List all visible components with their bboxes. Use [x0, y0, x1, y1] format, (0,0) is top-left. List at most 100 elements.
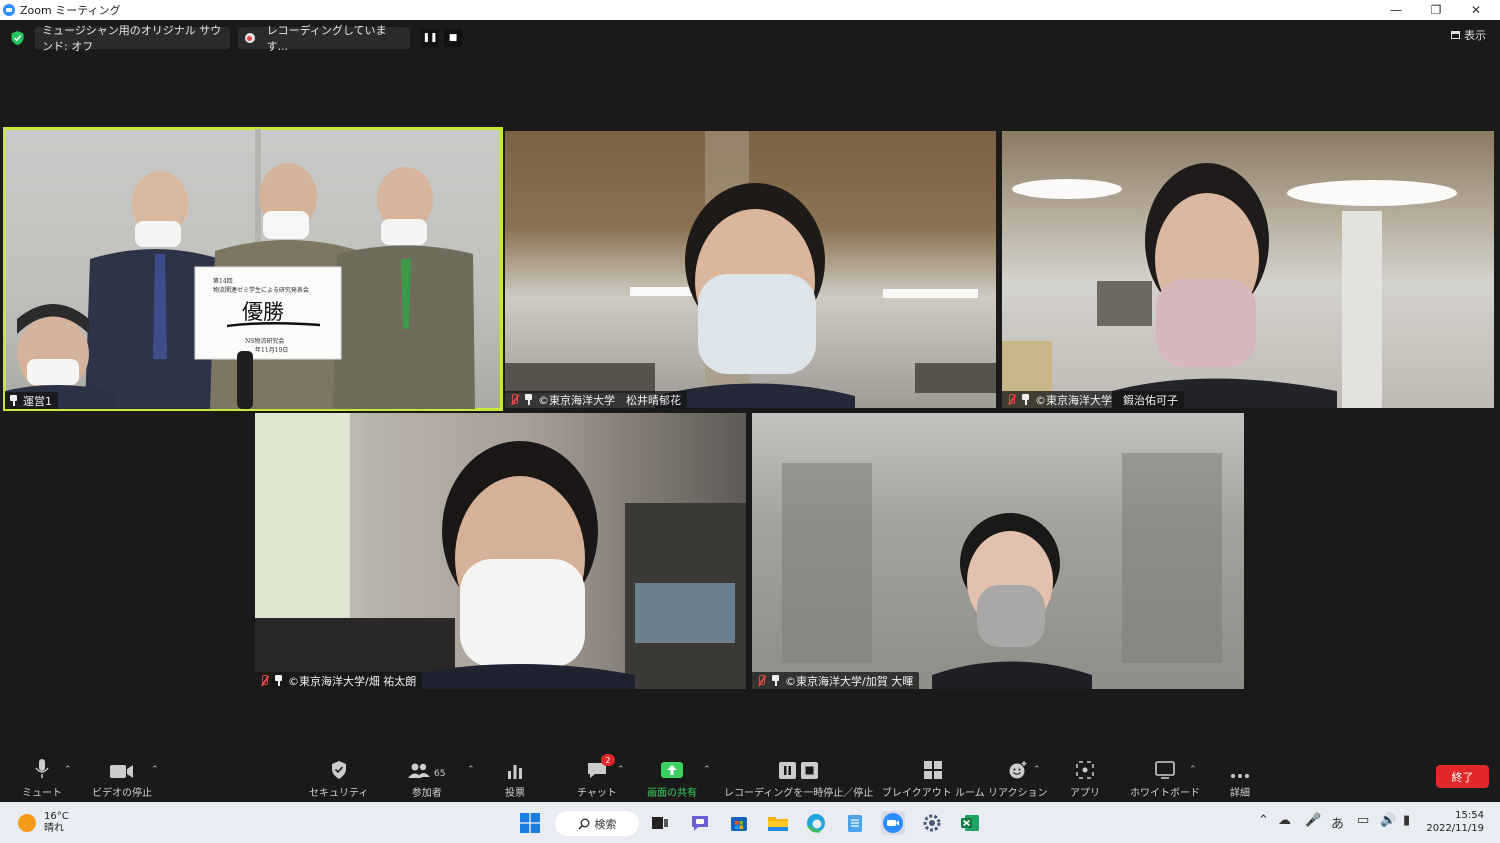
video-tile-5[interactable]: ©東京海洋大学/加賀 大暉: [752, 413, 1244, 689]
microsoft-store-icon[interactable]: [727, 811, 751, 835]
pin-icon: [9, 395, 18, 406]
reactions-label: リアクション: [988, 788, 1048, 799]
original-sound-label: ミュージシャン用のオリジナル サウンド: オフ: [42, 24, 222, 53]
recording-dot-icon: [245, 33, 255, 43]
close-icon[interactable]: ✕: [1456, 0, 1496, 20]
reactions-button[interactable]: リアクション: [988, 757, 1048, 799]
video-tile-4[interactable]: ©東京海洋大学/畑 祐太朗: [255, 413, 746, 689]
participants-button[interactable]: 65 参加者: [408, 757, 445, 799]
video-feed-1: 第14回 物流関連ゼミ学生による研究発表会 優勝 NS物流研究会 年11月19日: [5, 129, 475, 409]
pause-recording-icon[interactable]: ❚❚: [421, 29, 439, 47]
tray-microphone-icon[interactable]: 🎤: [1305, 813, 1321, 828]
polls-button[interactable]: 投票: [505, 757, 525, 799]
sign-line2: 物流関連ゼミ学生による研究発表会: [213, 286, 309, 294]
taskbar-clock[interactable]: 15:54 2022/11/19: [1426, 809, 1484, 835]
video-options-caret-icon[interactable]: ⌃: [151, 765, 159, 775]
sign-line1: 第14回: [213, 277, 233, 285]
share-screen-label: 画面の共有: [647, 788, 697, 799]
breakout-rooms-button[interactable]: ブレイクアウト ルーム: [882, 757, 985, 799]
security-button[interactable]: セキュリティ: [309, 757, 368, 799]
stop-video-button[interactable]: ビデオの停止: [92, 757, 152, 799]
network-icon[interactable]: ▭: [1357, 813, 1369, 828]
muted-mic-icon: [756, 674, 766, 687]
muted-mic-icon: [1006, 393, 1016, 406]
zoom-app-icon: [3, 4, 15, 16]
ime-indicator[interactable]: あ: [1331, 813, 1344, 832]
view-label: 表示: [1464, 29, 1486, 42]
video-tile-1[interactable]: 第14回 物流関連ゼミ学生による研究発表会 優勝 NS物流研究会 年11月19日…: [3, 127, 503, 411]
participants-icon: [408, 763, 430, 778]
encryption-shield-icon[interactable]: [11, 31, 24, 45]
audio-options-caret-icon[interactable]: ⌃: [64, 765, 72, 775]
excel-icon[interactable]: [958, 811, 982, 835]
settings-gear-icon[interactable]: [920, 811, 944, 835]
grid-view-icon: [1451, 31, 1460, 39]
end-meeting-button[interactable]: 終了: [1436, 765, 1489, 788]
windows-start-icon[interactable]: [518, 811, 542, 835]
share-screen-button[interactable]: 画面の共有: [647, 757, 697, 799]
sign-org: NS物流研究会: [245, 337, 284, 345]
taskbar-search[interactable]: 検索: [555, 811, 639, 836]
tile-2-namebar: ©東京海洋大学 松井晴郁花: [505, 391, 687, 408]
pause-stop-recording-icon: [778, 762, 818, 779]
clock-time: 15:54: [1455, 810, 1484, 821]
onedrive-sync-icon[interactable]: ☁: [1278, 813, 1291, 828]
apps-label: アプリ: [1070, 788, 1100, 799]
video-feed-5: [782, 453, 1222, 689]
weather-condition: 晴れ: [44, 823, 64, 834]
chat-options-caret-icon[interactable]: ⌃: [617, 765, 625, 775]
security-label: セキュリティ: [309, 788, 369, 799]
stop-video-label: ビデオの停止: [92, 788, 152, 799]
notepad-icon[interactable]: [843, 811, 867, 835]
view-button[interactable]: 表示: [1451, 27, 1486, 43]
reactions-options-caret-icon[interactable]: ⌃: [1033, 765, 1041, 775]
stop-recording-icon[interactable]: ■: [444, 29, 462, 47]
apps-button[interactable]: アプリ: [1070, 757, 1100, 799]
security-shield-icon: [331, 761, 346, 779]
task-view-icon[interactable]: [648, 811, 672, 835]
participants-options-caret-icon[interactable]: ⌃: [467, 765, 475, 775]
pin-icon: [274, 675, 283, 686]
recording-control-label: レコーディングを一時停止／停止: [724, 788, 874, 799]
clock-date: 2022/11/19: [1426, 823, 1484, 834]
more-button[interactable]: 詳細: [1230, 757, 1250, 799]
weather-widget[interactable]: 16°C 晴れ: [18, 811, 69, 835]
video-tile-3[interactable]: ©東京海洋大学 鍜治佑可子: [1002, 131, 1494, 408]
whiteboard-options-caret-icon[interactable]: ⌃: [1189, 765, 1197, 775]
more-dots-icon: [1231, 774, 1249, 778]
chat-button[interactable]: 2 チャット: [577, 754, 617, 799]
video-camera-icon: [110, 765, 133, 778]
video-feed-4: [255, 413, 746, 689]
battery-icon[interactable]: ▮: [1403, 813, 1410, 828]
whiteboard-label: ホワイトボード: [1130, 788, 1200, 799]
mute-label: ミュート: [22, 788, 62, 799]
minimize-icon[interactable]: —: [1376, 0, 1416, 20]
zoom-taskbar-icon[interactable]: [881, 811, 905, 835]
muted-mic-icon: [259, 674, 269, 687]
meeting-toolbar: ミュート ⌃ ビデオの停止 ⌃ セキュリティ 65 参加者 ⌃ 投票 2 チャッ…: [0, 750, 1500, 802]
weather-temperature: 16°C: [44, 811, 69, 822]
apps-icon: [1076, 761, 1094, 779]
file-explorer-icon[interactable]: [766, 811, 790, 835]
mute-button[interactable]: ミュート: [22, 757, 62, 799]
video-tile-2[interactable]: ©東京海洋大学 松井晴郁花: [505, 131, 996, 408]
sign-date: 年11月19日: [255, 346, 288, 354]
tray-overflow-icon[interactable]: ⌃: [1258, 813, 1269, 828]
teams-chat-icon[interactable]: [688, 811, 712, 835]
participant-name: ©東京海洋大学 鍜治佑可子: [1035, 393, 1178, 407]
recording-indicator: レコーディングしています...: [238, 24, 410, 53]
restore-icon[interactable]: ❐: [1416, 0, 1456, 20]
original-sound-indicator[interactable]: ミュージシャン用のオリジナル サウンド: オフ: [35, 24, 230, 53]
volume-icon[interactable]: 🔊: [1380, 813, 1396, 828]
edge-browser-icon[interactable]: [804, 811, 828, 835]
participant-name: ©東京海洋大学/畑 祐太朗: [288, 674, 417, 688]
whiteboard-button[interactable]: ホワイトボード: [1130, 757, 1200, 799]
sun-weather-icon: [18, 814, 36, 832]
chat-label: チャット: [577, 788, 617, 799]
video-feed-3: [1002, 163, 1457, 408]
participants-label: 参加者: [411, 788, 442, 799]
recording-control-button[interactable]: レコーディングを一時停止／停止: [724, 757, 873, 799]
muted-mic-icon: [509, 393, 519, 406]
share-options-caret-icon[interactable]: ⌃: [703, 765, 711, 775]
window-title: Zoom ミーティング: [20, 4, 121, 17]
